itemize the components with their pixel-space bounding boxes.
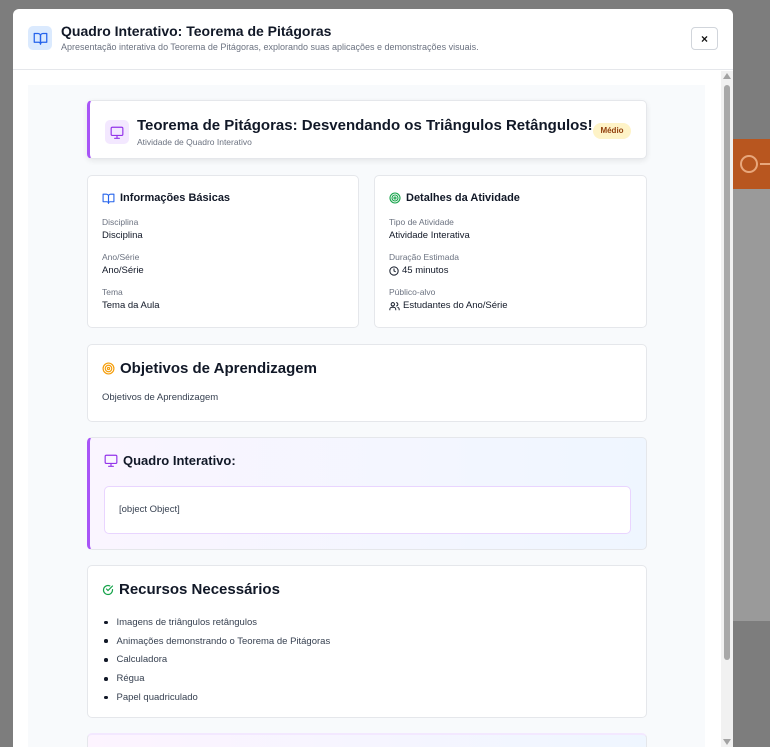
resources-list: Imagens de triângulos retângulos Animaçõ… xyxy=(102,613,331,707)
users-icon xyxy=(389,301,400,310)
scroll-up-arrow-icon[interactable] xyxy=(723,73,731,79)
basic-info-card: Informações Básicas Disciplina Disciplin… xyxy=(87,175,359,328)
objectives-title: Objetivos de Aprendizagem xyxy=(120,360,317,377)
resources-heading: Recursos Necessários xyxy=(102,581,280,598)
list-item: Animações demonstrando o Teorema de Pitá… xyxy=(102,632,331,651)
field-value-ano-serie: Ano/Série xyxy=(102,265,144,276)
modal-header: Quadro Interativo: Teorema de Pitágoras … xyxy=(13,9,733,70)
objectives-card: Objetivos de Aprendizagem Objetivos de A… xyxy=(87,344,647,422)
modal-subtitle: Apresentação interativa do Teorema de Pi… xyxy=(61,42,479,52)
basic-info-heading: Informações Básicas xyxy=(102,192,230,204)
activity-subtitle: Atividade de Quadro Interativo xyxy=(137,137,252,147)
board-title: Quadro Interativo: xyxy=(123,453,236,468)
list-item: Régua xyxy=(102,669,330,688)
field-value-duracao: 45 minutos xyxy=(389,265,448,276)
clock-icon xyxy=(389,265,399,276)
target-icon xyxy=(102,362,115,375)
duration-value: 45 minutos xyxy=(402,265,449,276)
objectives-text: Objetivos de Aprendizagem xyxy=(102,392,219,403)
background-panel xyxy=(733,189,770,621)
field-label-disciplina: Disciplina xyxy=(102,217,139,227)
book-open-icon xyxy=(102,193,115,204)
vertical-scrollbar[interactable] xyxy=(721,71,733,747)
activity-details-title: Detalhes da Atividade xyxy=(406,192,520,204)
modal-title: Quadro Interativo: Teorema de Pitágoras xyxy=(61,23,332,39)
book-open-icon xyxy=(28,26,52,50)
board-content-box: [object Object] xyxy=(104,486,631,534)
monitor-icon xyxy=(105,120,129,144)
check-circle-icon xyxy=(102,584,114,595)
objectives-heading: Objetivos de Aprendizagem xyxy=(102,360,317,377)
monitor-icon xyxy=(104,454,118,467)
activity-title-card: Teorema de Pitágoras: Desvendando os Tri… xyxy=(87,100,647,159)
close-button[interactable]: × xyxy=(691,27,718,50)
audience-value: Estudantes do Ano/Série xyxy=(403,300,508,311)
field-label-publico: Público-alvo xyxy=(389,287,436,297)
board-heading: Quadro Interativo: xyxy=(104,453,236,468)
field-value-tipo: Atividade Interativa xyxy=(389,230,470,241)
target-icon xyxy=(389,192,401,204)
step-circle-icon xyxy=(740,155,758,173)
interactive-board-card: Quadro Interativo: [object Object] xyxy=(87,437,647,550)
next-section-card xyxy=(87,733,647,747)
resources-title: Recursos Necessários xyxy=(119,581,280,598)
field-label-duracao: Duração Estimada xyxy=(389,252,459,262)
background-step-indicator xyxy=(733,139,770,189)
basic-info-title: Informações Básicas xyxy=(120,192,231,204)
field-label-ano-serie: Ano/Série xyxy=(102,252,140,262)
activity-details-heading: Detalhes da Atividade xyxy=(389,192,520,204)
field-value-disciplina: Disciplina xyxy=(102,230,143,241)
field-value-tema: Tema da Aula xyxy=(102,300,160,311)
field-label-tipo: Tipo de Atividade xyxy=(389,217,454,227)
field-value-publico: Estudantes do Ano/Série xyxy=(389,300,508,311)
activity-title: Teorema de Pitágoras: Desvendando os Tri… xyxy=(137,117,593,134)
difficulty-badge: Médio xyxy=(593,123,631,139)
step-connector xyxy=(760,163,770,165)
resources-card: Recursos Necessários Imagens de triângul… xyxy=(87,565,647,718)
scroll-down-arrow-icon[interactable] xyxy=(723,739,731,745)
list-item: Imagens de triângulos retângulos xyxy=(102,613,330,632)
activity-details-card: Detalhes da Atividade Tipo de Atividade … xyxy=(374,175,647,328)
field-label-tema: Tema xyxy=(102,287,123,297)
scrollbar-thumb[interactable] xyxy=(724,85,730,660)
modal-dialog: Quadro Interativo: Teorema de Pitágoras … xyxy=(13,9,733,747)
modal-scroll-area[interactable]: Teorema de Pitágoras: Desvendando os Tri… xyxy=(13,71,733,747)
board-content-text: [object Object] xyxy=(119,504,180,515)
list-item: Calculadora xyxy=(102,651,330,670)
list-item: Papel quadriculado xyxy=(102,688,330,707)
